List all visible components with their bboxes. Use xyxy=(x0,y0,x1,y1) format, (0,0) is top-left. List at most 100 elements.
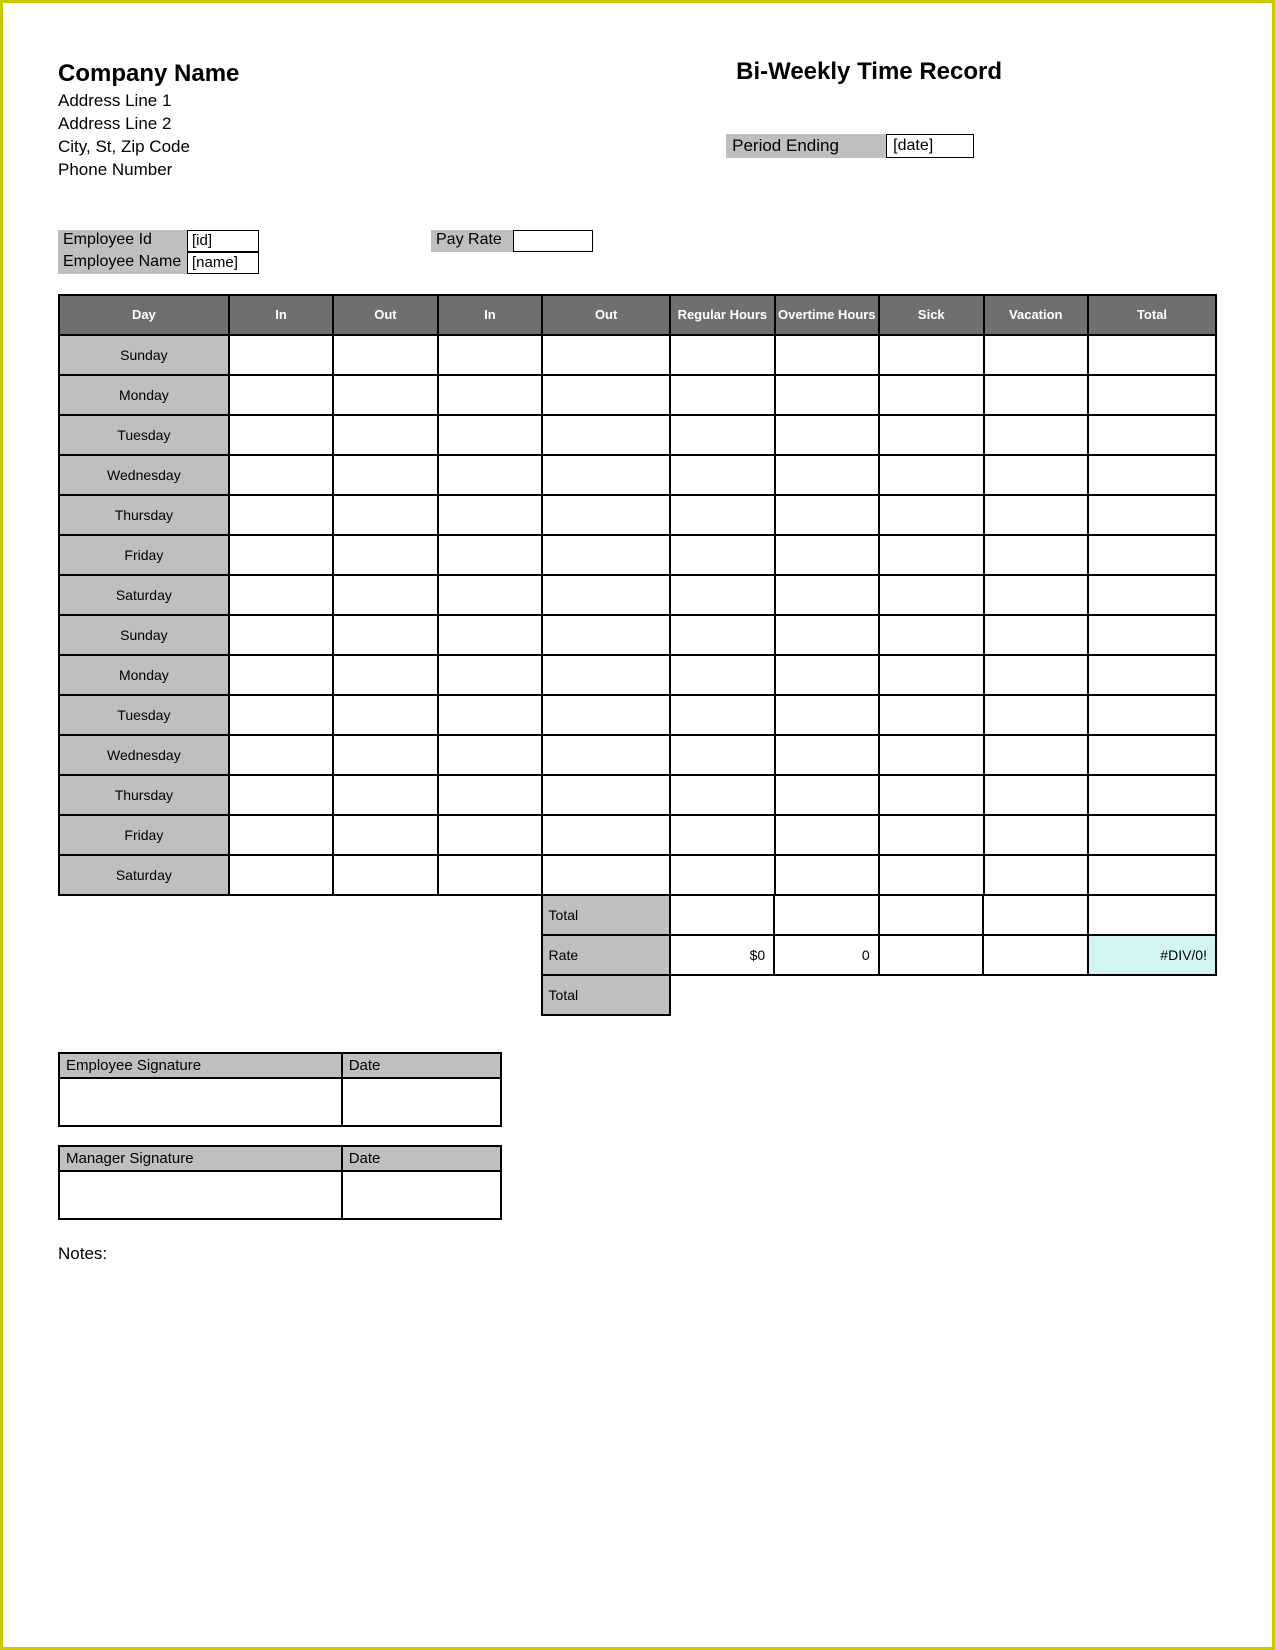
time-cell[interactable] xyxy=(438,815,542,855)
time-cell[interactable] xyxy=(984,375,1088,415)
time-cell[interactable] xyxy=(438,335,542,375)
pay-rate-value[interactable] xyxy=(513,230,593,252)
employee-signature-field[interactable] xyxy=(59,1078,342,1126)
time-cell[interactable] xyxy=(879,655,983,695)
time-cell[interactable] xyxy=(1088,375,1216,415)
employee-name-value[interactable]: [name] xyxy=(187,252,259,274)
time-cell[interactable] xyxy=(670,415,774,455)
time-cell[interactable] xyxy=(542,495,670,535)
time-cell[interactable] xyxy=(879,575,983,615)
time-cell[interactable] xyxy=(670,855,774,895)
time-cell[interactable] xyxy=(775,335,879,375)
time-cell[interactable] xyxy=(670,535,774,575)
time-cell[interactable] xyxy=(670,655,774,695)
time-cell[interactable] xyxy=(670,375,774,415)
time-cell[interactable] xyxy=(775,775,879,815)
time-cell[interactable] xyxy=(229,375,333,415)
time-cell[interactable] xyxy=(879,695,983,735)
time-cell[interactable] xyxy=(775,735,879,775)
time-cell[interactable] xyxy=(333,575,437,615)
time-cell[interactable] xyxy=(333,495,437,535)
time-cell[interactable] xyxy=(1088,815,1216,855)
time-cell[interactable] xyxy=(879,615,983,655)
time-cell[interactable] xyxy=(542,575,670,615)
time-cell[interactable] xyxy=(333,375,437,415)
time-cell[interactable] xyxy=(229,775,333,815)
time-cell[interactable] xyxy=(438,535,542,575)
time-cell[interactable] xyxy=(984,735,1088,775)
employee-id-value[interactable]: [id] xyxy=(187,230,259,252)
time-cell[interactable] xyxy=(1088,455,1216,495)
time-cell[interactable] xyxy=(542,695,670,735)
time-cell[interactable] xyxy=(438,855,542,895)
manager-signature-field[interactable] xyxy=(59,1171,342,1219)
time-cell[interactable] xyxy=(1088,655,1216,695)
time-cell[interactable] xyxy=(333,455,437,495)
time-cell[interactable] xyxy=(438,495,542,535)
time-cell[interactable] xyxy=(879,415,983,455)
time-cell[interactable] xyxy=(438,575,542,615)
time-cell[interactable] xyxy=(229,335,333,375)
time-cell[interactable] xyxy=(229,495,333,535)
time-cell[interactable] xyxy=(984,695,1088,735)
time-cell[interactable] xyxy=(670,815,774,855)
time-cell[interactable] xyxy=(775,815,879,855)
period-ending-value[interactable]: [date] xyxy=(886,134,974,158)
time-cell[interactable] xyxy=(333,855,437,895)
time-cell[interactable] xyxy=(438,455,542,495)
time-cell[interactable] xyxy=(229,655,333,695)
time-cell[interactable] xyxy=(542,535,670,575)
time-cell[interactable] xyxy=(229,575,333,615)
time-cell[interactable] xyxy=(1088,855,1216,895)
time-cell[interactable] xyxy=(438,735,542,775)
time-cell[interactable] xyxy=(775,855,879,895)
time-cell[interactable] xyxy=(879,455,983,495)
time-cell[interactable] xyxy=(1088,415,1216,455)
time-cell[interactable] xyxy=(1088,695,1216,735)
time-cell[interactable] xyxy=(438,615,542,655)
time-cell[interactable] xyxy=(229,535,333,575)
manager-date-field[interactable] xyxy=(342,1171,501,1219)
time-cell[interactable] xyxy=(879,375,983,415)
time-cell[interactable] xyxy=(775,415,879,455)
time-cell[interactable] xyxy=(984,815,1088,855)
time-cell[interactable] xyxy=(879,735,983,775)
time-cell[interactable] xyxy=(229,415,333,455)
time-cell[interactable] xyxy=(670,695,774,735)
time-cell[interactable] xyxy=(670,455,774,495)
time-cell[interactable] xyxy=(775,455,879,495)
time-cell[interactable] xyxy=(542,855,670,895)
time-cell[interactable] xyxy=(438,415,542,455)
time-cell[interactable] xyxy=(229,815,333,855)
time-cell[interactable] xyxy=(542,455,670,495)
time-cell[interactable] xyxy=(1088,495,1216,535)
time-cell[interactable] xyxy=(670,735,774,775)
time-cell[interactable] xyxy=(670,615,774,655)
time-cell[interactable] xyxy=(438,775,542,815)
time-cell[interactable] xyxy=(542,335,670,375)
time-cell[interactable] xyxy=(1088,735,1216,775)
time-cell[interactable] xyxy=(542,615,670,655)
time-cell[interactable] xyxy=(984,495,1088,535)
time-cell[interactable] xyxy=(542,735,670,775)
time-cell[interactable] xyxy=(879,855,983,895)
time-cell[interactable] xyxy=(879,495,983,535)
time-cell[interactable] xyxy=(333,535,437,575)
time-cell[interactable] xyxy=(879,335,983,375)
time-cell[interactable] xyxy=(775,535,879,575)
time-cell[interactable] xyxy=(984,615,1088,655)
time-cell[interactable] xyxy=(438,655,542,695)
time-cell[interactable] xyxy=(333,415,437,455)
time-cell[interactable] xyxy=(670,775,774,815)
time-cell[interactable] xyxy=(879,535,983,575)
time-cell[interactable] xyxy=(542,775,670,815)
time-cell[interactable] xyxy=(542,655,670,695)
time-cell[interactable] xyxy=(984,575,1088,615)
time-cell[interactable] xyxy=(1088,535,1216,575)
time-cell[interactable] xyxy=(333,695,437,735)
time-cell[interactable] xyxy=(1088,615,1216,655)
time-cell[interactable] xyxy=(333,615,437,655)
time-cell[interactable] xyxy=(229,615,333,655)
time-cell[interactable] xyxy=(879,815,983,855)
employee-date-field[interactable] xyxy=(342,1078,501,1126)
